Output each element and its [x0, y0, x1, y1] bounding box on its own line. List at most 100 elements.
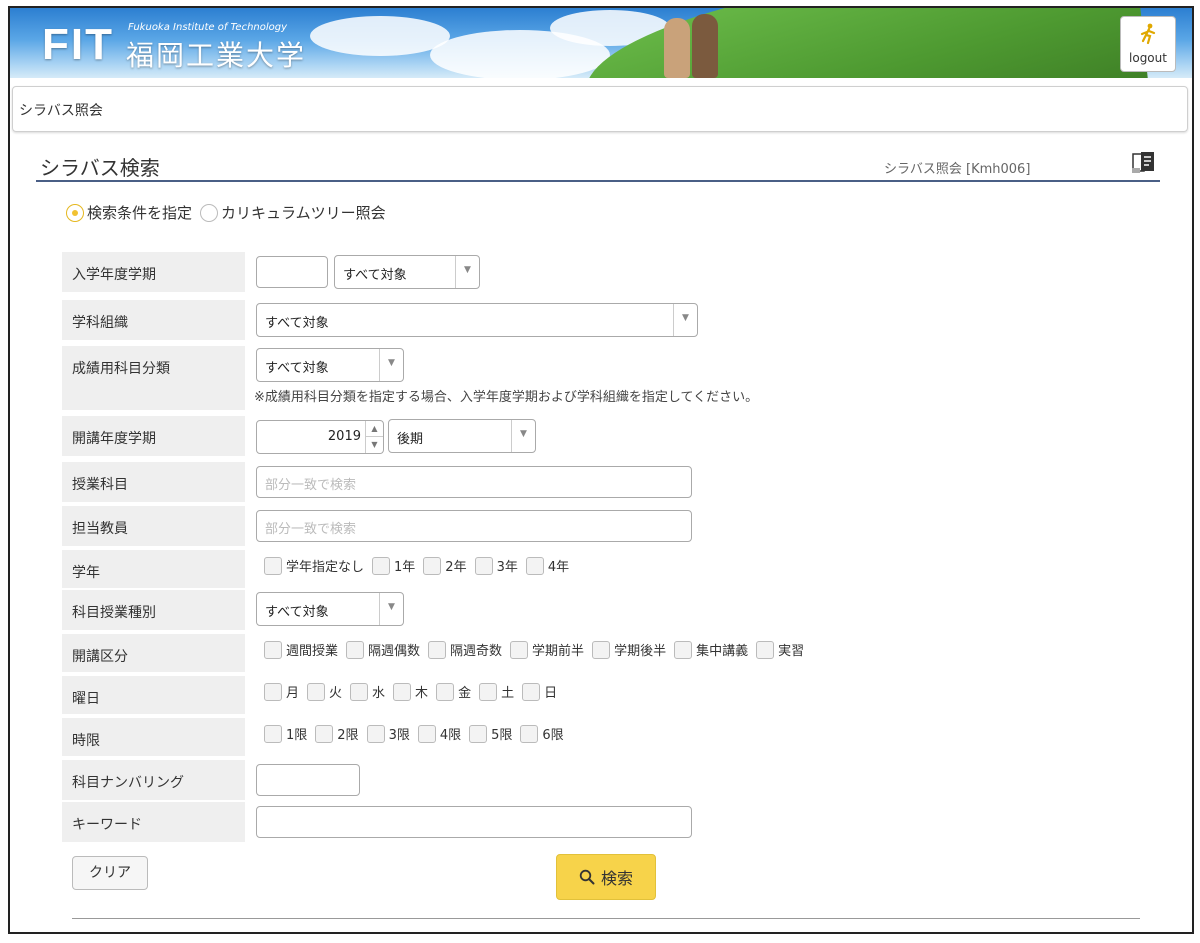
- checkbox[interactable]: [393, 682, 412, 701]
- grade-category-select[interactable]: すべて対象 ▼: [256, 348, 404, 382]
- checkbox[interactable]: [592, 640, 611, 659]
- cloud-decoration: [310, 16, 450, 56]
- checkbox[interactable]: [756, 640, 775, 659]
- class-type-select[interactable]: すべて対象 ▼: [256, 592, 404, 626]
- checkbox[interactable]: [428, 640, 447, 659]
- open-division-checkbox-group: 週間授業 隔週偶数 隔週奇数 学期前半 学期後半 集中講義 実習: [264, 640, 812, 659]
- checkbox[interactable]: [307, 682, 326, 701]
- checkbox-grade-none[interactable]: 学年指定なし: [264, 556, 364, 575]
- checkbox-weekday[interactable]: 水: [350, 682, 385, 701]
- checkbox[interactable]: [423, 556, 442, 575]
- checkbox-label: 4限: [439, 728, 462, 743]
- running-person-icon: [1140, 23, 1156, 45]
- checkbox[interactable]: [372, 556, 391, 575]
- checkbox-weekday[interactable]: 火: [307, 682, 342, 701]
- keyword-input[interactable]: [256, 806, 692, 838]
- page-title: シラバス検索: [40, 156, 160, 180]
- checkbox-weekday[interactable]: 日: [522, 682, 557, 701]
- logo-japanese-name: 福岡工業大学: [126, 39, 307, 72]
- logo-fit: FIT: [42, 20, 114, 69]
- checkbox[interactable]: [264, 724, 282, 743]
- checkbox-weekday[interactable]: 土: [479, 682, 514, 701]
- checkbox[interactable]: [522, 682, 541, 701]
- checkbox-division[interactable]: 隔週偶数: [346, 640, 420, 659]
- checkbox-label: 3限: [388, 728, 410, 743]
- checkbox-label: 水: [372, 686, 386, 701]
- students-image: [660, 12, 730, 78]
- checkbox-label: 学年指定なし: [286, 560, 365, 575]
- checkbox-period[interactable]: 5限: [469, 724, 512, 743]
- select-value: すべて対象: [265, 605, 329, 620]
- checkbox-weekday[interactable]: 月: [264, 682, 299, 701]
- checkbox-grade-4[interactable]: 4年: [525, 556, 569, 575]
- checkbox[interactable]: [264, 556, 282, 575]
- page-frame: FIT Fukuoka Institute of Technology 福岡工業…: [8, 6, 1194, 934]
- checkbox-division[interactable]: 隔週奇数: [428, 640, 502, 659]
- numbering-input[interactable]: [256, 764, 360, 796]
- checkbox[interactable]: [436, 682, 455, 701]
- checkbox-grade-1[interactable]: 1年: [372, 556, 415, 575]
- checkbox[interactable]: [315, 724, 334, 743]
- enroll-year-input[interactable]: [256, 256, 328, 288]
- checkbox-period[interactable]: 3限: [366, 724, 410, 743]
- field-label: 曜日: [62, 676, 245, 714]
- radio-selected[interactable]: [66, 203, 84, 222]
- checkbox-label: 学期後半: [614, 644, 667, 659]
- logout-button[interactable]: logout: [1120, 16, 1176, 72]
- checkbox-period[interactable]: 2限: [315, 724, 359, 743]
- checkbox[interactable]: [525, 556, 544, 575]
- checkbox[interactable]: [510, 640, 529, 659]
- checkbox-grade-3[interactable]: 3年: [474, 556, 518, 575]
- checkbox[interactable]: [474, 556, 493, 575]
- checkbox[interactable]: [264, 682, 282, 701]
- open-year-stepper[interactable]: 2019 ▲ ▼: [256, 420, 384, 454]
- field-label: 開講区分: [62, 634, 245, 672]
- checkbox-division[interactable]: 実習: [756, 640, 804, 659]
- mode-option-curriculum-tree[interactable]: カリキュラムツリー照会: [200, 202, 386, 223]
- checkbox-period[interactable]: 1限: [264, 724, 307, 743]
- search-mode-group: 検索条件を指定 カリキュラムツリー照会: [66, 202, 394, 223]
- chevron-down-icon: ▼: [455, 256, 479, 288]
- checkbox[interactable]: [366, 724, 385, 743]
- checkbox[interactable]: [264, 640, 282, 659]
- checkbox[interactable]: [479, 682, 498, 701]
- checkbox-division[interactable]: 学期後半: [592, 640, 666, 659]
- department-select[interactable]: すべて対象 ▼: [256, 303, 698, 337]
- select-value: 後期: [397, 432, 424, 447]
- checkbox-label: 2年: [445, 560, 467, 575]
- clear-button[interactable]: クリア: [72, 856, 148, 890]
- search-button-label: 検索: [600, 869, 633, 888]
- bottom-divider: [72, 918, 1140, 919]
- checkbox-label: 金: [458, 686, 472, 701]
- enroll-term-select[interactable]: すべて対象 ▼: [334, 255, 480, 289]
- checkbox-period[interactable]: 6限: [520, 724, 564, 743]
- field-label: 授業科目: [62, 462, 245, 502]
- course-input[interactable]: 部分一致で検索: [256, 466, 692, 498]
- teacher-input[interactable]: 部分一致で検索: [256, 510, 692, 542]
- stepper-down-icon[interactable]: ▼: [365, 437, 383, 453]
- checkbox[interactable]: [417, 724, 436, 743]
- checkbox-division[interactable]: 集中講義: [674, 640, 748, 659]
- manual-help-icon[interactable]: [1130, 148, 1158, 176]
- checkbox-grade-2[interactable]: 2年: [423, 556, 467, 575]
- checkbox[interactable]: [350, 682, 369, 701]
- checkbox-weekday[interactable]: 木: [393, 682, 428, 701]
- checkbox-weekday[interactable]: 金: [436, 682, 471, 701]
- checkbox-period[interactable]: 4限: [417, 724, 462, 743]
- checkbox-division[interactable]: 学期前半: [510, 640, 584, 659]
- stepper-up-icon[interactable]: ▲: [365, 421, 383, 437]
- checkbox[interactable]: [520, 724, 539, 743]
- checkbox-label: 木: [415, 686, 429, 701]
- checkbox[interactable]: [346, 640, 365, 659]
- radio-unselected[interactable]: [200, 203, 219, 222]
- screen-id: シラバス照会 [Kmh006]: [884, 162, 1031, 177]
- field-label: 科目授業種別: [62, 590, 245, 630]
- field-label: 時限: [62, 718, 245, 756]
- checkbox-division[interactable]: 週間授業: [264, 640, 338, 659]
- checkbox[interactable]: [469, 724, 488, 743]
- open-term-select[interactable]: 後期 ▼: [388, 419, 536, 453]
- checkbox[interactable]: [674, 640, 693, 659]
- field-label: 開講年度学期: [62, 416, 245, 456]
- mode-option-condition[interactable]: 検索条件を指定: [66, 202, 192, 223]
- search-button[interactable]: 検索: [556, 854, 656, 900]
